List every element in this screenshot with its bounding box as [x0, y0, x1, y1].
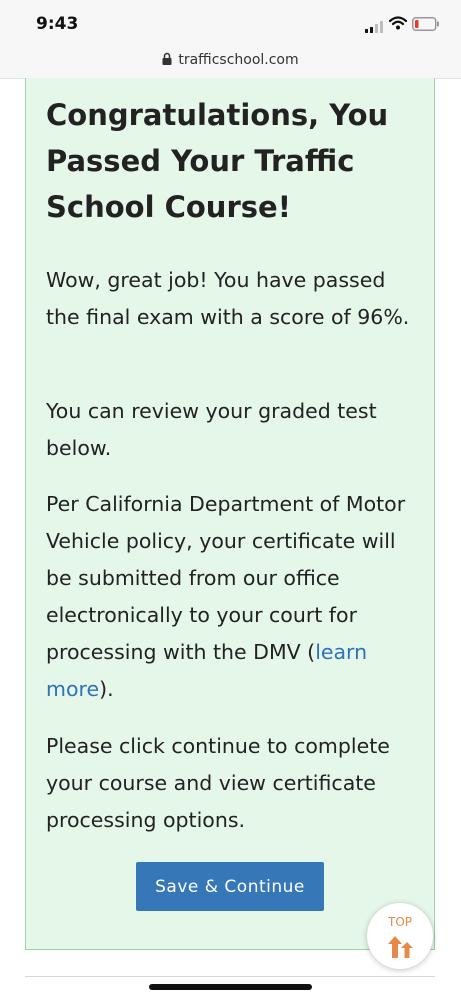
address-bar[interactable]: trafficschool.com — [0, 44, 461, 79]
battery-low-icon — [412, 16, 440, 35]
status-bar: 9:43 — [0, 0, 461, 44]
lock-icon — [162, 50, 172, 69]
wifi-icon — [388, 15, 408, 34]
top-label: TOP — [387, 915, 412, 929]
result-card: Congratulations, You Passed Your Traffic… — [25, 78, 435, 950]
home-indicator[interactable] — [149, 984, 312, 990]
cell-signal-icon — [365, 18, 383, 37]
policy-message: Per California Department of Motor Vehic… — [46, 486, 424, 708]
arrows-up-icon — [388, 934, 414, 962]
policy-text-end: ). — [99, 677, 114, 701]
status-time: 9:43 — [36, 14, 79, 34]
url-text: trafficschool.com — [178, 51, 299, 68]
review-message: You can review your graded test below. — [46, 399, 377, 460]
continue-message: Please click continue to complete your c… — [46, 734, 390, 832]
score-message: Wow, great job! You have passed the fina… — [46, 268, 410, 329]
policy-text: Per California Department of Motor Vehic… — [46, 492, 406, 664]
page-title: Congratulations, You Passed Your Traffic… — [46, 98, 389, 224]
scroll-to-top-button[interactable]: TOP — [367, 903, 433, 969]
divider — [25, 976, 435, 977]
save-and-continue-button[interactable]: Save & Continue — [136, 862, 324, 911]
